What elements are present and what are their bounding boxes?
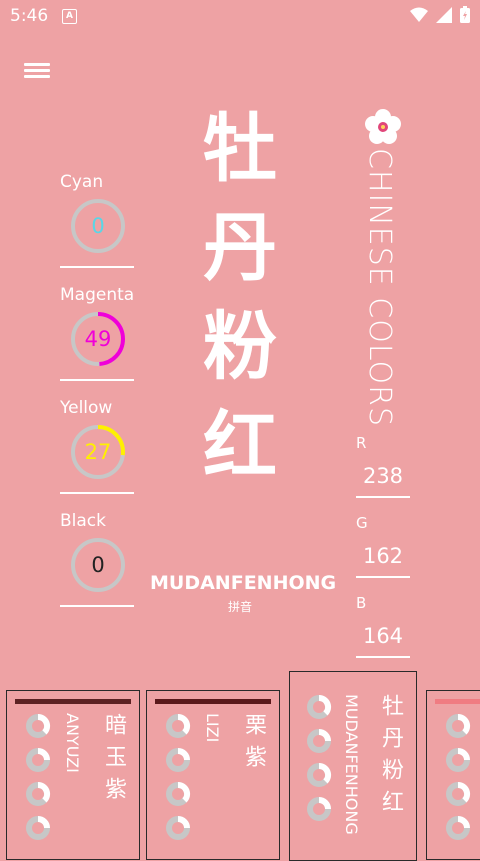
yellow-ring: 27 xyxy=(70,424,126,480)
color-card-mudanfenhong[interactable]: 牡丹粉红 MUDANFENHONG xyxy=(289,671,417,861)
cmyk-value: 0 xyxy=(91,214,105,238)
rgb-b: B 164 xyxy=(356,594,410,658)
mini-ring-icon xyxy=(446,816,470,840)
status-a-icon: A xyxy=(62,9,77,24)
plum-blossom-icon xyxy=(365,109,401,144)
hanzi-char: 丹 xyxy=(203,205,277,291)
divider xyxy=(60,266,134,268)
signal-icon xyxy=(436,6,452,23)
rgb-r: R 238 xyxy=(356,434,410,498)
divider xyxy=(356,656,410,658)
color-card-next[interactable] xyxy=(426,690,480,860)
cmyk-yellow: Yellow 27 xyxy=(60,398,136,494)
pinyin-caption: 拼音 xyxy=(227,600,252,614)
cyan-ring: 0 xyxy=(70,198,126,254)
mini-ring-icon xyxy=(166,781,191,806)
hanzi-char: 红 xyxy=(203,403,277,489)
mini-ring-icon xyxy=(446,781,471,806)
card-name-cn: 牡丹粉红 xyxy=(378,694,403,822)
color-pinyin: MUDANFENHONG xyxy=(150,572,337,594)
status-bar: 5:46 A xyxy=(0,0,480,32)
cmyk-value: 0 xyxy=(91,553,105,577)
menu-icon xyxy=(24,63,50,66)
cmyk-label: Cyan xyxy=(60,172,104,192)
card-name-pinyin: LIZI xyxy=(203,713,222,743)
mini-ring-icon xyxy=(26,816,50,840)
mini-ring-icon xyxy=(26,713,51,738)
cmyk-label: Yellow xyxy=(60,398,113,418)
mini-ring-icon xyxy=(307,762,332,787)
cmyk-label: Magenta xyxy=(60,285,135,305)
mini-ring-icon xyxy=(166,713,191,738)
rgb-value: 164 xyxy=(362,624,404,648)
menu-button[interactable] xyxy=(24,60,50,82)
divider xyxy=(356,576,410,578)
color-card-lizi[interactable]: 栗紫 LIZI xyxy=(146,690,280,860)
divider xyxy=(356,496,410,498)
cmyk-value: 49 xyxy=(84,327,112,351)
rgb-value: 238 xyxy=(362,464,404,488)
cmyk-label: Black xyxy=(60,511,106,531)
mini-ring-icon xyxy=(166,748,190,772)
hanzi-char: 牡 xyxy=(203,106,277,192)
card-name-pinyin: MUDANFENHONG xyxy=(342,694,361,835)
mini-ring-icon xyxy=(307,694,332,719)
cmyk-magenta: Magenta 49 xyxy=(60,285,136,381)
wifi-icon xyxy=(410,7,428,22)
card-color-bar xyxy=(435,699,480,704)
cmyk-value: 27 xyxy=(84,440,112,464)
mini-ring-icon xyxy=(307,729,331,753)
divider xyxy=(60,605,134,607)
mini-ring-icon xyxy=(446,748,470,772)
rgb-g: G 162 xyxy=(356,514,410,578)
rgb-label: R xyxy=(356,434,367,452)
cmyk-black: Black 0 xyxy=(60,511,136,607)
mini-ring-icon xyxy=(446,713,471,738)
card-name-cn: 栗紫 xyxy=(241,713,266,777)
hanzi-char: 粉 xyxy=(203,304,277,390)
battery-icon xyxy=(460,6,470,23)
card-color-bar xyxy=(15,699,131,704)
cmyk-cyan: Cyan 0 xyxy=(60,172,136,268)
divider xyxy=(60,492,134,494)
card-name-cn: 暗玉紫 xyxy=(101,713,126,809)
mini-ring-icon xyxy=(307,797,331,821)
mini-ring-icon xyxy=(26,748,50,772)
card-color-bar xyxy=(155,699,271,704)
mini-ring-icon xyxy=(26,781,51,806)
status-time: 5:46 xyxy=(10,6,49,26)
color-name-hanzi: 牡 丹 粉 红 xyxy=(190,100,290,496)
color-card-anyuzi[interactable]: 暗玉紫 ANYUZI xyxy=(6,690,140,860)
card-name-pinyin: ANYUZI xyxy=(63,713,82,773)
black-ring: 0 xyxy=(70,537,126,593)
app-title-vertical: CHINESE COLORS xyxy=(362,148,397,427)
rgb-value: 162 xyxy=(362,544,404,568)
divider xyxy=(60,379,134,381)
mini-ring-icon xyxy=(166,816,190,840)
rgb-label: B xyxy=(356,594,367,612)
rgb-label: G xyxy=(356,514,368,532)
magenta-ring: 49 xyxy=(70,311,126,367)
